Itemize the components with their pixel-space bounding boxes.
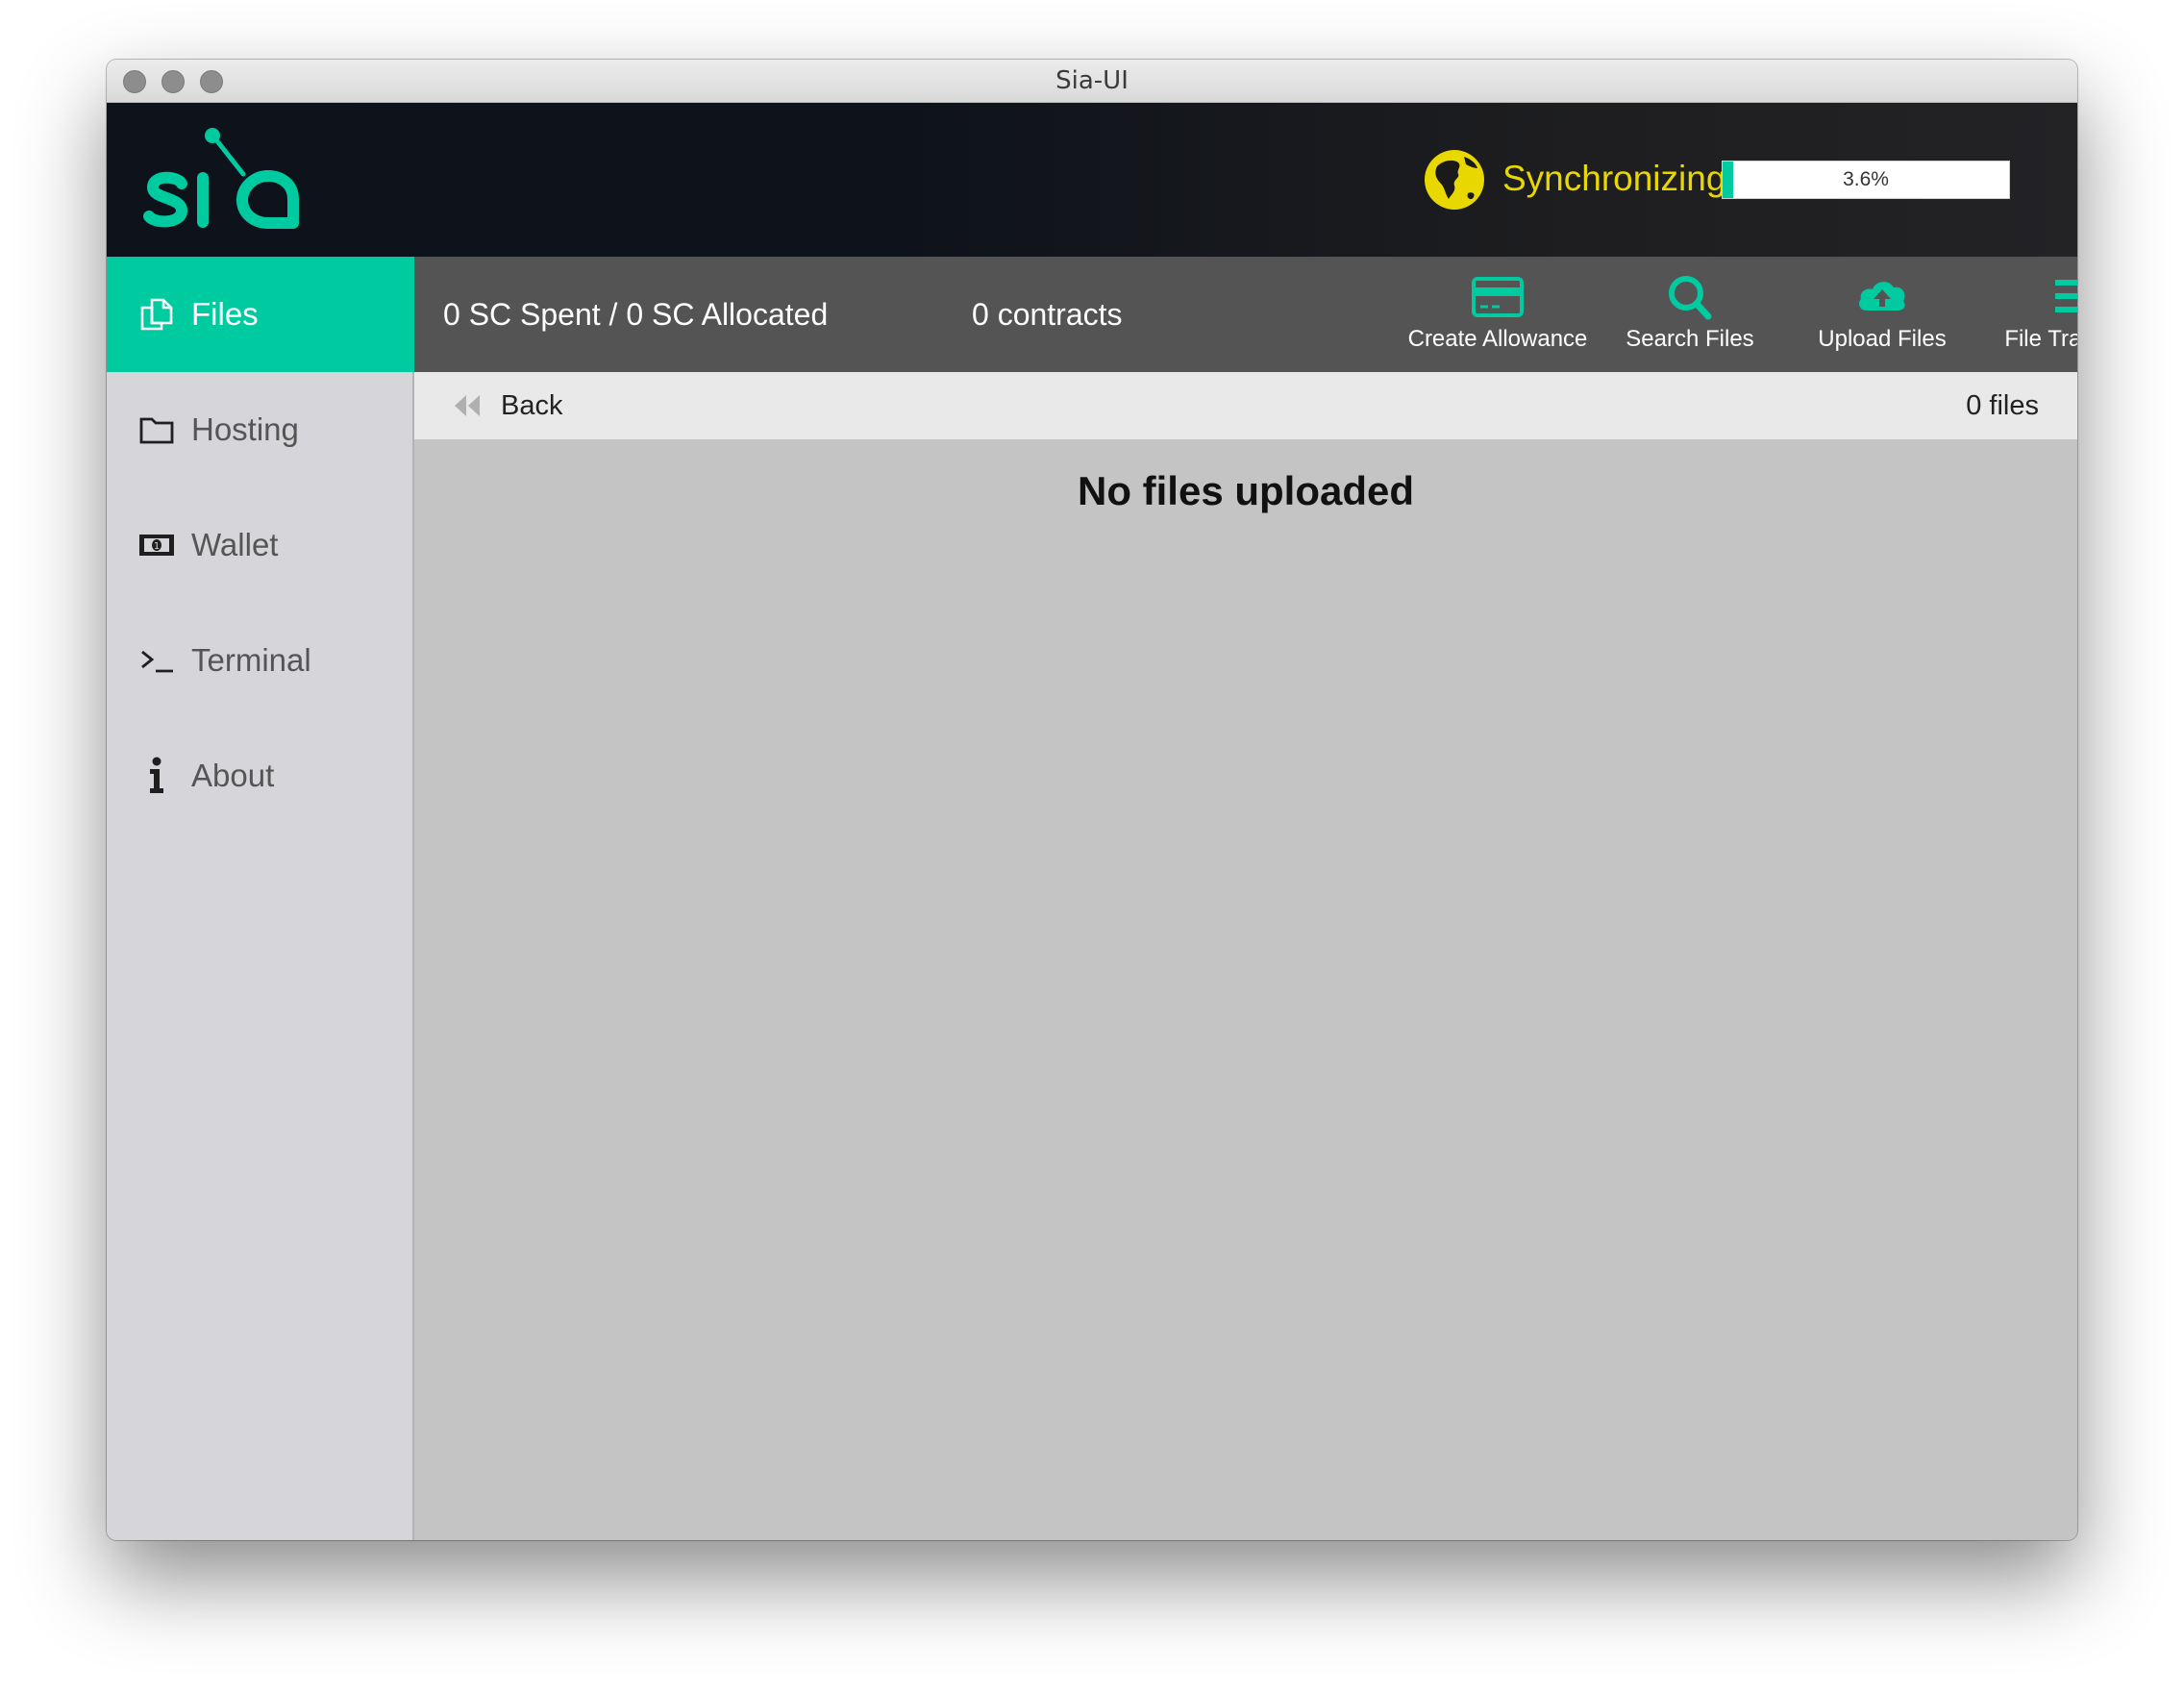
sia-logo xyxy=(143,128,299,229)
sidebar-item-about[interactable]: About xyxy=(107,718,414,834)
cloud-upload-icon xyxy=(1859,282,1905,311)
sync-progress-bar: 3.6% xyxy=(1722,161,2010,199)
sidebar-item-label: Hosting xyxy=(191,411,299,447)
money-icon: 1 xyxy=(137,526,176,564)
sidebar-item-files[interactable]: Files xyxy=(107,257,414,372)
breadcrumb-bar: Back 0 files xyxy=(414,372,2077,439)
svg-text:1: 1 xyxy=(154,541,160,552)
sidebar-item-label: Wallet xyxy=(191,527,279,562)
sidebar-item-wallet[interactable]: 1 Wallet xyxy=(107,487,414,603)
terminal-icon xyxy=(137,641,176,680)
sidebar: Files Hosting 1 Wallet Terminal About xyxy=(107,257,414,1540)
search-icon xyxy=(1669,276,1712,320)
file-transfers-button[interactable]: File Transfers xyxy=(1983,274,2077,361)
app-window: Sia-UI Synchronizing 3.6% Files Hosting … xyxy=(107,60,2077,1540)
tool-label: Upload Files xyxy=(1818,326,1947,352)
sync-label: Synchronizing xyxy=(1502,159,1726,198)
credit-card-icon xyxy=(1472,277,1524,317)
tool-label: Create Allowance xyxy=(1407,326,1588,352)
file-list-area: No files uploaded xyxy=(414,439,2077,1540)
back-button[interactable]: Back xyxy=(453,372,562,439)
file-count: 0 files xyxy=(1966,390,2039,421)
spent-allocated-stat: 0 SC Spent / 0 SC Allocated xyxy=(443,297,829,332)
window-title: Sia-UI xyxy=(1055,66,1129,95)
search-files-button[interactable]: Search Files xyxy=(1599,274,1781,361)
info-icon xyxy=(137,757,176,795)
sync-progress-label: 3.6% xyxy=(1843,168,1889,190)
tool-label: Search Files xyxy=(1626,326,1754,352)
files-icon xyxy=(137,295,176,334)
create-allowance-button[interactable]: Create Allowance xyxy=(1406,274,1589,361)
double-chevron-left-icon xyxy=(455,395,480,416)
contracts-stat: 0 contracts xyxy=(972,297,1123,332)
sidebar-item-label: About xyxy=(191,758,275,793)
sidebar-item-terminal[interactable]: Terminal xyxy=(107,603,414,718)
app-header: Synchronizing 3.6% xyxy=(107,103,2077,257)
folder-icon xyxy=(137,411,176,449)
back-label: Back xyxy=(501,389,563,421)
sidebar-item-label: Terminal xyxy=(191,642,311,678)
title-bar: Sia-UI xyxy=(107,60,2077,103)
sidebar-item-hosting[interactable]: Hosting xyxy=(107,372,414,487)
sidebar-item-label: Files xyxy=(191,296,259,332)
tool-label: File Transfers xyxy=(2004,326,2077,352)
empty-state-message: No files uploaded xyxy=(1077,468,1415,513)
files-toolbar: 0 SC Spent / 0 SC Allocated 0 contracts … xyxy=(414,257,2077,372)
upload-files-button[interactable]: Upload Files xyxy=(1791,274,1973,361)
list-icon xyxy=(2055,280,2077,312)
globe-icon xyxy=(1425,150,1484,210)
